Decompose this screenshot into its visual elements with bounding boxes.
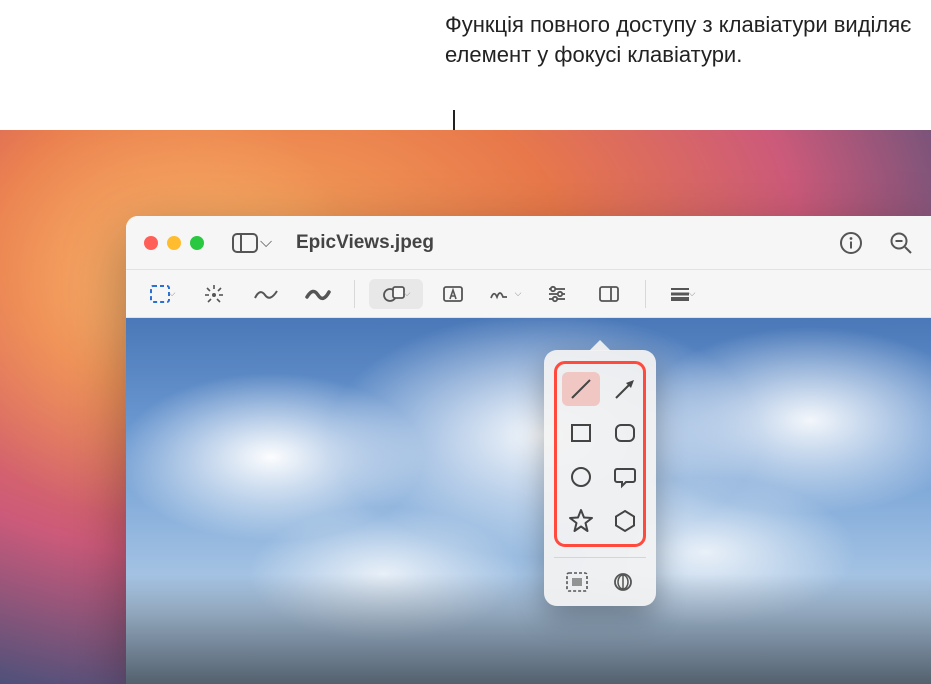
star-icon <box>568 508 594 534</box>
text-button[interactable] <box>431 279 475 309</box>
instant-alpha-icon <box>202 283 226 305</box>
line-icon <box>568 376 594 402</box>
shapes-icon <box>382 284 406 304</box>
zoom-out-button[interactable] <box>889 231 913 255</box>
oval-icon <box>568 464 594 490</box>
selection-icon <box>149 284 171 304</box>
border-style-icon <box>669 286 691 302</box>
shape-speech-bubble-button[interactable] <box>606 460 644 494</box>
shape-polygon-button[interactable] <box>606 504 644 538</box>
instant-alpha-button[interactable] <box>192 279 236 309</box>
window-controls <box>144 236 204 250</box>
loupe-button[interactable] <box>605 567 641 597</box>
window-title: EpicViews.jpeg <box>296 232 434 254</box>
markup-toolbar: ⌵ <box>126 270 931 318</box>
chevron-down-icon: ⌵ <box>404 288 411 299</box>
minimize-window-button[interactable] <box>167 236 181 250</box>
shape-oval-button[interactable] <box>562 460 600 494</box>
shape-rectangle-button[interactable] <box>562 416 600 450</box>
shapes-grid-focus-highlight <box>554 361 646 547</box>
rectangle-icon <box>568 420 594 446</box>
zoom-window-button[interactable] <box>190 236 204 250</box>
info-icon <box>839 231 863 255</box>
chevron-down-icon: ⌵ <box>515 288 522 299</box>
mask-icon <box>565 571 589 593</box>
sketch-icon <box>253 285 279 303</box>
chevron-down-icon: ⌵ <box>260 234 272 252</box>
shape-arrow-button[interactable] <box>606 372 644 406</box>
draw-button[interactable] <box>296 279 340 309</box>
info-button[interactable] <box>839 231 863 255</box>
rounded-rectangle-icon <box>612 420 638 446</box>
image-canvas[interactable] <box>126 318 931 684</box>
arrow-icon <box>612 376 638 402</box>
draw-icon <box>305 285 331 303</box>
sign-icon <box>489 285 517 303</box>
close-window-button[interactable] <box>144 236 158 250</box>
shape-rounded-rectangle-button[interactable] <box>606 416 644 450</box>
toolbar-separator <box>354 280 355 308</box>
crop-button[interactable] <box>587 279 631 309</box>
titlebar: ⌵ EpicViews.jpeg <box>126 216 931 270</box>
text-icon <box>442 284 464 304</box>
shapes-popover <box>544 350 656 606</box>
shapes-button[interactable]: ⌵ <box>369 279 423 309</box>
polygon-icon <box>612 508 638 534</box>
sidebar-toggle-button[interactable]: ⌵ <box>232 228 278 258</box>
callout-text: Функція повного доступу з клавіатури вид… <box>445 10 925 69</box>
selection-tool-button[interactable]: ⌵ <box>140 279 184 309</box>
preview-window: ⌵ EpicViews.jpeg <box>126 216 931 684</box>
sketch-button[interactable] <box>244 279 288 309</box>
toolbar-separator <box>645 280 646 308</box>
zoom-out-icon <box>889 231 913 255</box>
sidebar-icon <box>232 233 258 253</box>
mask-button[interactable] <box>559 567 595 597</box>
shape-line-button[interactable] <box>562 372 600 406</box>
border-style-button[interactable]: ⌵ <box>660 279 704 309</box>
chevron-down-icon: ⌵ <box>169 288 176 299</box>
crop-icon <box>598 284 620 304</box>
loupe-icon <box>611 571 635 593</box>
sign-button[interactable]: ⌵ <box>483 279 527 309</box>
adjust-color-icon <box>546 285 568 303</box>
shapes-popover-footer <box>554 557 646 597</box>
adjust-color-button[interactable] <box>535 279 579 309</box>
shape-star-button[interactable] <box>562 504 600 538</box>
speech-bubble-icon <box>612 464 638 490</box>
chevron-down-icon: ⌵ <box>689 288 696 299</box>
